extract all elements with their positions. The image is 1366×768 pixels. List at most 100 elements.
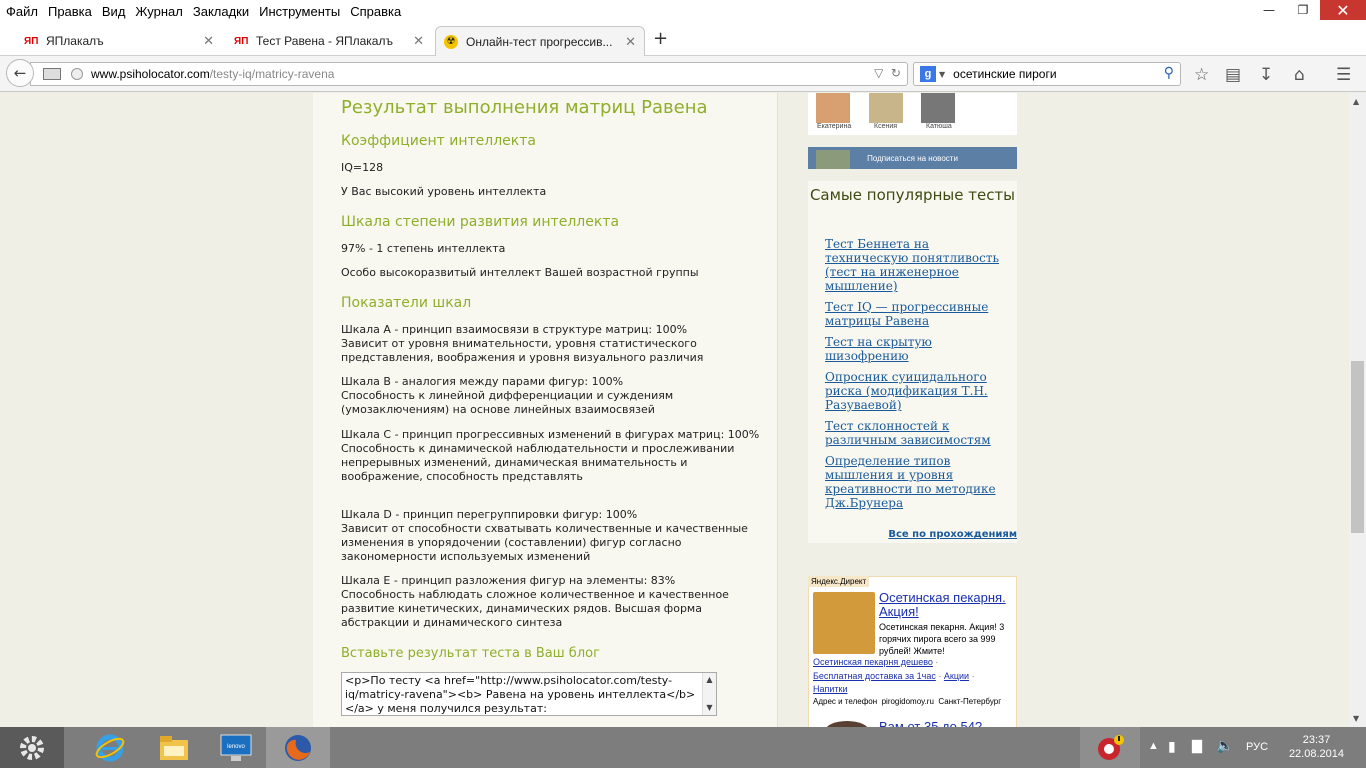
hamburger-menu-icon[interactable]: ☰ <box>1336 65 1351 85</box>
new-tab-icon[interactable]: + <box>653 28 668 49</box>
ad-text: Осетинская пекарня. Акция! 3 горячих пир… <box>879 622 1005 656</box>
search-engine-dropdown-icon[interactable]: ▼ <box>939 70 945 79</box>
tray-expand-icon[interactable]: ▲ <box>1148 740 1159 752</box>
ad-link[interactable]: Бесплатная доставка за 1час <box>813 671 936 681</box>
google-icon[interactable]: g <box>920 66 936 82</box>
clock[interactable]: 23:37 22.08.2014 <box>1289 733 1344 761</box>
blog-heading: Вставьте результат теста в Ваш блог <box>341 646 600 661</box>
home-icon[interactable]: ⌂ <box>1294 65 1305 85</box>
network-icon[interactable]: ▇ <box>1192 738 1202 754</box>
internet-explorer-icon[interactable] <box>78 727 142 768</box>
volume-icon[interactable]: 🔈 <box>1216 737 1233 754</box>
tab-online-test[interactable]: ☢ Онлайн-тест прогрессив... ✕ <box>435 26 645 56</box>
menu-file[interactable]: Файл <box>2 4 42 19</box>
page-content: Результат выполнения матриц Равена Коэфф… <box>0 93 1349 727</box>
tab-bar: ЯП ЯПлакалъ ✕ ЯП Тест Равена - ЯПлакалъ … <box>0 22 1366 56</box>
iq-value: IQ=128 <box>341 161 384 174</box>
scale-heading: Шкала степени развития интеллекта <box>341 214 620 230</box>
scale-desc: Способность к линейной дифференциации и … <box>341 389 674 416</box>
friends-widget: Екатерина Ксения Катюша <box>808 93 1017 135</box>
menu-bookmarks[interactable]: Закладки <box>189 4 253 19</box>
language-indicator[interactable]: РУС <box>1246 741 1268 753</box>
url-dropdown-icon[interactable]: ▽ ↻ <box>874 66 901 80</box>
ad-link-row: Бесплатная доставка за 1час · Акции · <box>813 671 975 681</box>
scale-title: Шкала E - принцип разложения фигур на эл… <box>341 574 676 587</box>
avatar[interactable] <box>921 93 955 123</box>
subscribe-button[interactable]: Подписаться на новости <box>808 147 1017 169</box>
search-bar[interactable]: g ▼ осетинские пироги ⚲ <box>913 62 1181 86</box>
tab-raven-test[interactable]: ЯП Тест Равена - ЯПлакалъ ✕ <box>226 26 432 56</box>
ad-link[interactable]: Осетинская пекарня дешево <box>813 657 933 667</box>
tab-close-icon[interactable]: ✕ <box>413 33 424 49</box>
ad-link-row: Осетинская пекарня дешево · <box>813 657 939 667</box>
tab-close-icon[interactable]: ✕ <box>203 33 214 49</box>
scroll-thumb[interactable] <box>1351 361 1364 533</box>
iq-heading: Коэффициент интеллекта <box>341 133 536 149</box>
popular-link[interactable]: Тест склонностей к различным зависимостя… <box>825 419 1010 447</box>
scale-desc: Зависит от способности схватывать количе… <box>341 522 748 563</box>
globe-icon <box>71 68 83 80</box>
popular-link[interactable]: Опросник суицидального риска (модификаци… <box>825 370 1010 412</box>
ad-link[interactable]: Акции <box>944 671 969 681</box>
taskbar: lenovo ▲ ▮ ▇ 🔈 РУС 23:37 22.08.2014 <box>0 727 1366 768</box>
iq-text: У Вас высокий уровень интеллекта <box>341 185 547 198</box>
window-controls: — ❐ ✕ <box>1252 0 1366 20</box>
menu-tools[interactable]: Инструменты <box>255 4 344 19</box>
ad-link[interactable]: Напитки <box>813 684 848 694</box>
antivirus-icon[interactable] <box>1080 727 1140 768</box>
menu-view[interactable]: Вид <box>98 4 130 19</box>
scale-a: Шкала A - принцип взаимосвязи в структур… <box>341 323 761 365</box>
avatar[interactable] <box>869 93 903 123</box>
navigation-bar: www.psiholocator.com/testy-iq/matricy-ra… <box>0 56 1366 92</box>
search-icon[interactable]: ⚲ <box>1164 65 1174 81</box>
ad-label: Яндекс.Директ <box>808 576 870 587</box>
ad-headline[interactable]: Осетинская пекарня. Акция! <box>879 591 1014 619</box>
menu-bar: Файл Правка Вид Журнал Закладки Инструме… <box>0 0 1366 22</box>
avatar[interactable] <box>816 93 850 123</box>
bookmarks-list-icon[interactable]: ▤ <box>1225 65 1241 85</box>
scroll-down-icon[interactable]: ▼ <box>1353 714 1359 723</box>
popular-link[interactable]: Тест на скрытую шизофрению <box>825 335 1010 363</box>
tab-yaplakal[interactable]: ЯП ЯПлакалъ ✕ <box>16 26 222 56</box>
settings-gear-icon[interactable] <box>0 727 64 768</box>
friend-name[interactable]: Катюша <box>926 123 952 130</box>
back-button[interactable]: ← <box>6 59 34 87</box>
firefox-icon[interactable] <box>266 727 330 768</box>
menu-help[interactable]: Справка <box>346 4 405 19</box>
textarea-scrollbar[interactable]: ▲ ▼ <box>702 673 716 715</box>
menu-edit[interactable]: Правка <box>44 4 96 19</box>
menu-history[interactable]: Журнал <box>131 4 186 19</box>
battery-icon[interactable]: ▮ <box>1168 738 1176 755</box>
minimize-icon[interactable]: — <box>1252 0 1286 20</box>
scroll-up-icon[interactable]: ▲ <box>1353 97 1359 106</box>
clock-date: 22.08.2014 <box>1288 748 1344 760</box>
sidebar: Екатерина Ксения Катюша Подписаться на н… <box>808 93 1017 727</box>
vertical-scrollbar[interactable]: ▲ ▼ <box>1349 93 1366 727</box>
tab-close-icon[interactable]: ✕ <box>625 34 636 50</box>
restore-icon[interactable]: ❐ <box>1286 0 1320 20</box>
popular-link[interactable]: Определение типов мышления и уровня креа… <box>825 454 1010 510</box>
friend-name[interactable]: Екатерина <box>817 123 851 130</box>
url-bar[interactable]: www.psiholocator.com/testy-iq/matricy-ra… <box>30 62 908 86</box>
tab-groups-icon[interactable] <box>43 68 61 80</box>
close-icon[interactable]: ✕ <box>1320 0 1366 20</box>
indicators-heading: Показатели шкал <box>341 295 472 311</box>
scale-title: Шкала D - принцип перегруппировки фигур:… <box>341 508 638 521</box>
bookmark-star-icon[interactable]: ☆ <box>1194 65 1209 85</box>
file-explorer-icon[interactable] <box>142 727 206 768</box>
scale-c: Шкала C - принцип прогрессивных изменени… <box>341 428 761 484</box>
page-title: Результат выполнения матриц Равена <box>341 97 708 118</box>
blog-code-textarea[interactable]: <p>По тесту <a href="http://www.psiholoc… <box>341 672 717 716</box>
pie-image[interactable] <box>813 592 875 654</box>
ad-headline-2[interactable]: Вам от 35 до 54? <box>879 719 982 727</box>
downloads-icon[interactable]: ↧ <box>1259 65 1273 85</box>
popular-link[interactable]: Тест Беннета на техническую понятливость… <box>825 237 1010 293</box>
search-input[interactable]: осетинские пироги <box>953 67 1056 81</box>
friend-name[interactable]: Ксения <box>874 123 897 130</box>
scale-d: Шкала D - принцип перегруппировки фигур:… <box>341 508 761 564</box>
tab-label: ЯПлакалъ <box>46 34 104 48</box>
all-tests-link[interactable]: Все по прохождениям <box>888 529 1017 540</box>
popular-link[interactable]: Тест IQ — прогрессивные матрицы Равена <box>825 300 1010 328</box>
yaplakal-favicon-icon: ЯП <box>234 35 249 47</box>
lenovo-icon[interactable]: lenovo <box>204 727 268 768</box>
